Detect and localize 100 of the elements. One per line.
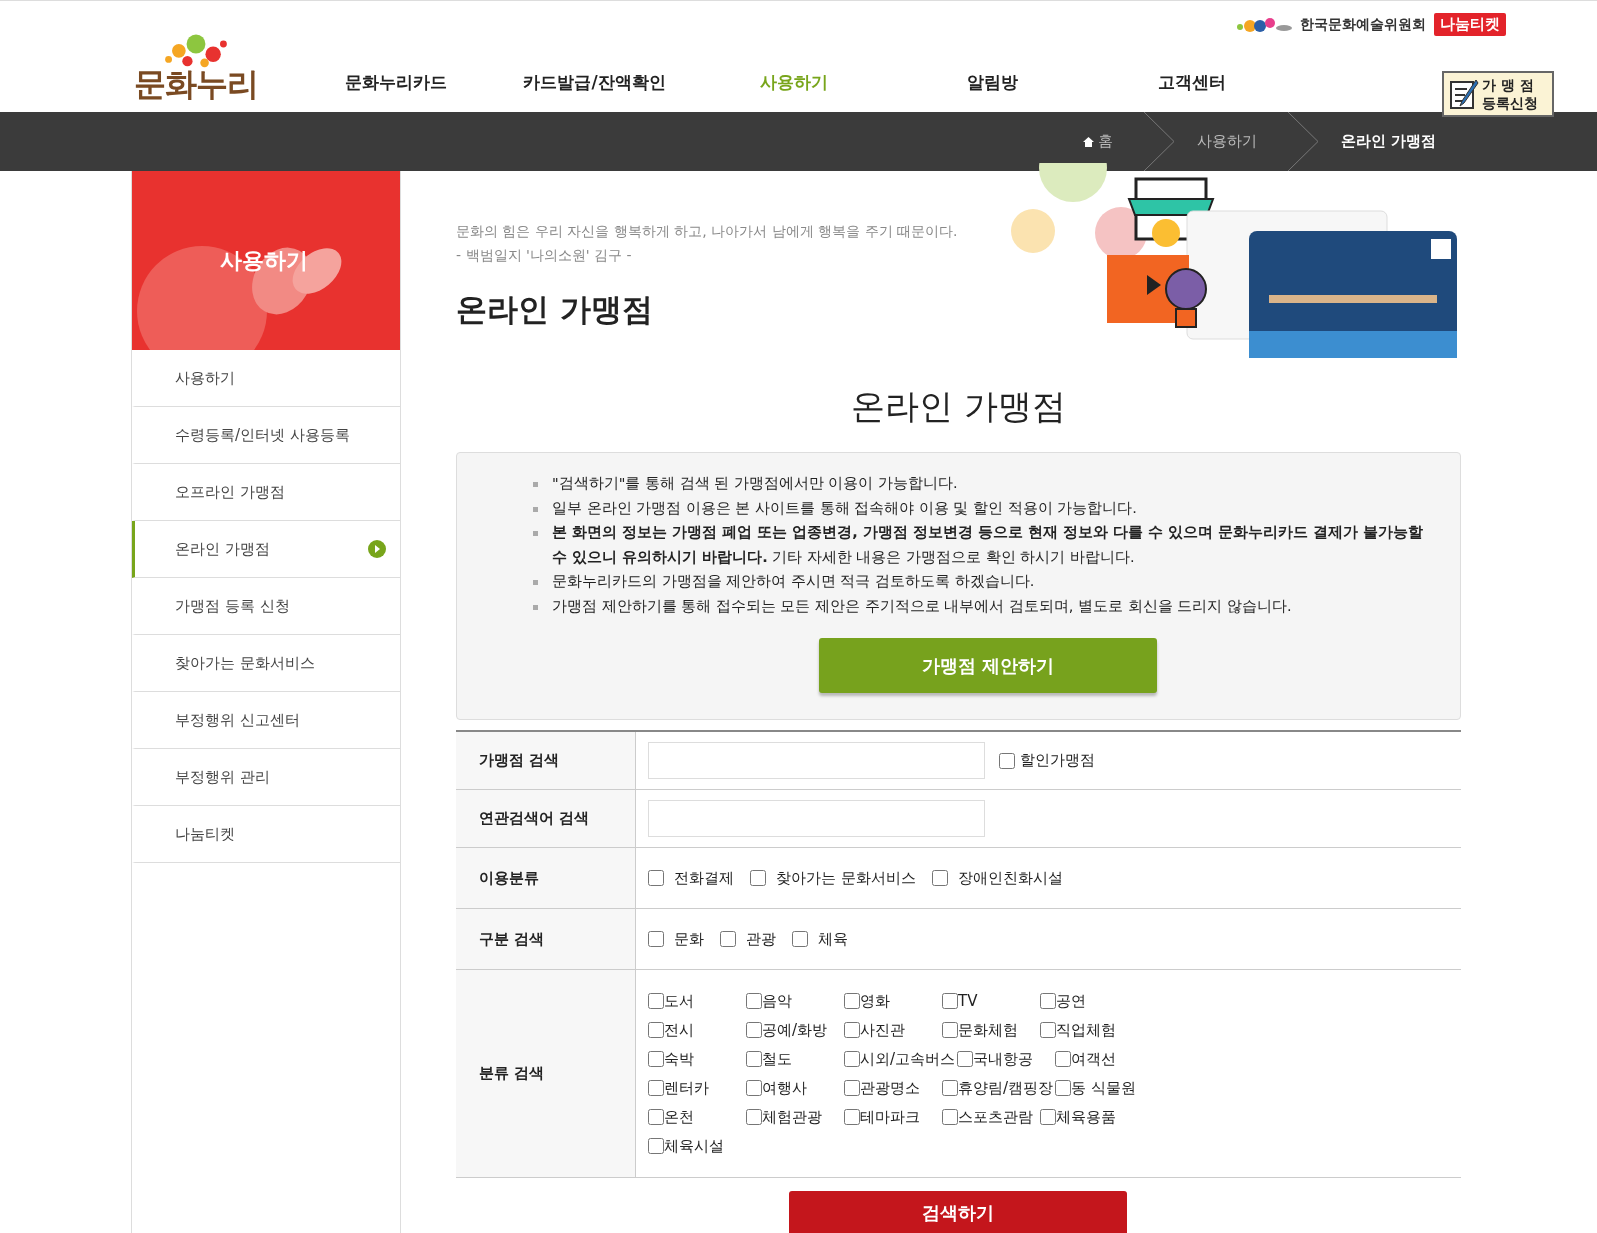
bullet-icon — [533, 531, 538, 536]
ticket-logo[interactable]: 나눔티켓 — [1434, 13, 1506, 36]
option-label[interactable]: 영화 — [860, 991, 890, 1011]
option-label[interactable]: 철도 — [762, 1049, 792, 1069]
option-label[interactable]: 문화체험 — [958, 1020, 1018, 1040]
breadcrumb-link[interactable]: 온라인 가맹점 — [1318, 132, 1466, 151]
sidebar-item[interactable]: 사용하기 — [132, 350, 400, 407]
org-logo-text[interactable]: 한국문화예술위원회 — [1300, 15, 1426, 34]
checkbox[interactable] — [648, 1022, 664, 1038]
option-label[interactable]: 관광 — [746, 929, 776, 949]
sidebar-item[interactable]: 온라인 가맹점 — [132, 521, 400, 578]
option-label[interactable]: 관광명소 — [860, 1078, 920, 1098]
option-label[interactable]: 공연 — [1056, 991, 1086, 1011]
checkbox[interactable] — [844, 1051, 860, 1067]
checkbox[interactable] — [648, 1138, 664, 1154]
logo-text[interactable]: 문화누리 — [134, 68, 258, 100]
checkbox[interactable] — [648, 1080, 664, 1096]
checkbox[interactable] — [1055, 1080, 1072, 1096]
nav-item[interactable]: 문화누리카드 — [296, 71, 495, 94]
checkbox[interactable] — [942, 1109, 958, 1125]
section-title: 온라인 가맹점 — [850, 385, 1067, 428]
search-field[interactable] — [648, 800, 985, 837]
banner-text: 가 맹 점 — [1482, 76, 1535, 94]
checkbox[interactable] — [648, 993, 664, 1009]
checkbox[interactable] — [931, 870, 948, 886]
checkbox[interactable] — [1040, 1022, 1056, 1038]
sidebar-item[interactable]: 나눔티켓 — [132, 806, 400, 863]
register-banner[interactable]: 가 맹 점 등록신청 — [1442, 71, 1554, 117]
checkbox[interactable] — [844, 1022, 860, 1038]
option-label[interactable]: 렌터카 — [664, 1078, 709, 1098]
nav-item[interactable]: 카드발급/잔액확인 — [495, 71, 694, 94]
row-label: 구분 검색 — [456, 909, 636, 969]
checkbox[interactable] — [942, 993, 958, 1009]
checkbox[interactable] — [648, 870, 664, 886]
option-label[interactable]: 체육 — [818, 929, 848, 949]
option-label[interactable]: 여객선 — [1071, 1049, 1117, 1069]
checkbox[interactable] — [720, 931, 736, 947]
checkbox[interactable] — [746, 1109, 762, 1125]
option-label[interactable]: 국내항공 — [973, 1049, 1034, 1069]
option-label[interactable]: 문화 — [674, 929, 704, 949]
checkbox[interactable] — [746, 993, 762, 1009]
option-label[interactable]: 체험관광 — [762, 1107, 822, 1127]
option-label[interactable]: 여행사 — [762, 1078, 807, 1098]
search-field[interactable] — [648, 742, 985, 779]
option-label[interactable]: TV — [958, 992, 978, 1010]
option-label[interactable]: 장애인친화시설 — [957, 868, 1063, 888]
checkbox[interactable] — [844, 1080, 860, 1096]
sidebar-item[interactable]: 가맹점 등록 신청 — [132, 578, 400, 635]
page-title: 온라인 가맹점 — [456, 290, 654, 329]
quote-text: 문화의 힘은 우리 자신을 행복하게 하고, 나아가서 남에게 행복을 주기 때문이다. — [456, 222, 959, 241]
checkbox[interactable] — [844, 1109, 860, 1125]
breadcrumb-separator — [1286, 112, 1319, 171]
checkbox[interactable] — [1055, 1051, 1072, 1067]
option-label[interactable]: 휴양림/캠핑장 — [958, 1078, 1054, 1098]
row-label: 가맹점 검색 — [456, 732, 636, 789]
nav-item[interactable]: 고객센터 — [1092, 71, 1291, 94]
row-label: 연관검색어 검색 — [456, 790, 636, 847]
option-label[interactable]: 체육시설 — [664, 1136, 724, 1156]
option-label[interactable]: 스포츠관람 — [958, 1107, 1033, 1127]
checkbox[interactable] — [1040, 993, 1056, 1009]
checkbox[interactable] — [957, 1051, 974, 1067]
checkbox[interactable] — [746, 1080, 762, 1096]
option-label[interactable]: 숙박 — [664, 1049, 694, 1069]
checkbox[interactable] — [648, 1051, 664, 1067]
checkbox[interactable] — [792, 931, 808, 947]
breadcrumb-link[interactable]: 사용하기 — [1174, 132, 1287, 151]
checkbox[interactable] — [750, 870, 766, 886]
option-label[interactable]: 동 식물원 — [1071, 1078, 1136, 1098]
checkbox[interactable] — [942, 1022, 958, 1038]
sidebar-item[interactable]: 부정행위 관리 — [132, 749, 400, 806]
option-label[interactable]: 음악 — [762, 991, 792, 1011]
banner-text: 등록신청 — [1482, 94, 1538, 112]
breadcrumb-link[interactable]: 홈 — [1060, 132, 1143, 151]
sidebar-item[interactable]: 부정행위 신고센터 — [132, 692, 400, 749]
sidebar-item[interactable]: 수령등록/인터넷 사용등록 — [132, 407, 400, 464]
search-button[interactable]: 검색하기 — [789, 1191, 1127, 1233]
option-label[interactable]: 공예/화방 — [762, 1020, 828, 1040]
checkbox[interactable] — [746, 1051, 762, 1067]
option-label[interactable]: 도서 — [664, 991, 694, 1011]
option-label[interactable]: 시외/고속버스 — [860, 1049, 956, 1069]
checkbox[interactable] — [648, 931, 664, 947]
checkbox[interactable] — [648, 1109, 664, 1125]
option-label[interactable]: 전시 — [664, 1020, 694, 1040]
checkbox[interactable] — [1040, 1109, 1056, 1125]
option-label[interactable]: 할인가맹점 — [1020, 751, 1095, 770]
checkbox[interactable] — [746, 1022, 762, 1038]
option-label[interactable]: 온천 — [664, 1107, 694, 1127]
checkbox[interactable] — [844, 993, 860, 1009]
sidebar-item[interactable]: 오프라인 가맹점 — [132, 464, 400, 521]
checkbox[interactable] — [999, 752, 1015, 769]
option-label[interactable]: 테마파크 — [860, 1107, 920, 1127]
bullet-icon — [533, 506, 538, 512]
sidebar-item[interactable]: 찾아가는 문화서비스 — [132, 635, 400, 692]
option-label[interactable]: 체육용품 — [1056, 1107, 1116, 1127]
checkbox[interactable] — [942, 1080, 958, 1096]
option-label[interactable]: 사진관 — [860, 1020, 905, 1040]
option-label[interactable]: 직업체험 — [1056, 1020, 1116, 1040]
option-label[interactable]: 찾아가는 문화서비스 — [776, 868, 916, 888]
option-label[interactable]: 전화결제 — [674, 868, 734, 888]
nav-item[interactable]: 알림방 — [893, 71, 1092, 94]
